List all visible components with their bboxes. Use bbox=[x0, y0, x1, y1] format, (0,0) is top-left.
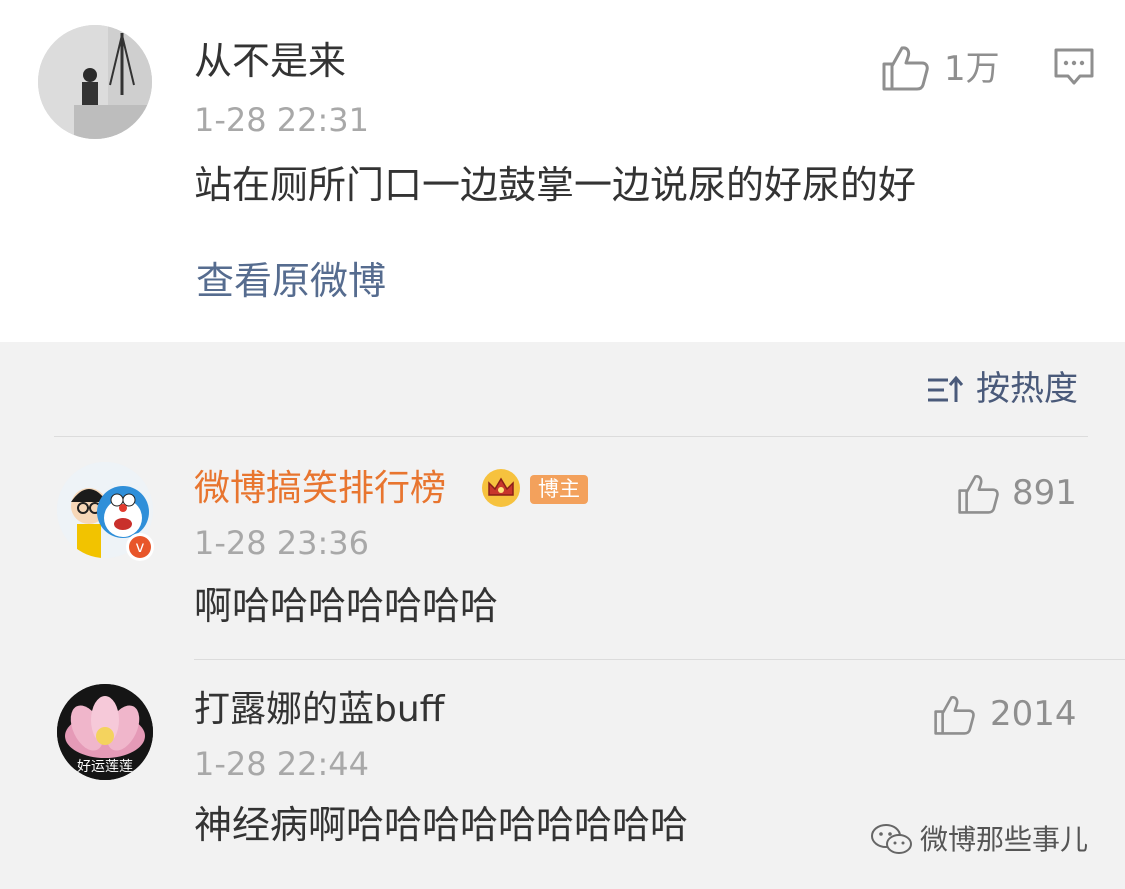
username[interactable]: 从不是来 bbox=[194, 42, 346, 80]
username[interactable]: 微博搞笑排行榜 bbox=[194, 471, 446, 507]
sort-icon bbox=[928, 375, 964, 402]
thumbs-up-icon bbox=[934, 696, 975, 735]
sort-button[interactable]: 按热度 bbox=[926, 368, 1096, 412]
comment-icon bbox=[1054, 48, 1094, 85]
like-button[interactable]: 891 bbox=[956, 473, 1086, 519]
list-item: v 微博搞笑排行榜 博主 1-28 23:36 891 啊哈哈哈哈哈哈哈 bbox=[0, 437, 1125, 659]
top-comment-card: 从不是来 1-28 22:31 1万 站在厕所门口一边鼓掌一边说尿的好尿的好 查… bbox=[0, 0, 1125, 342]
like-button[interactable]: 2014 bbox=[932, 694, 1082, 740]
comment-text: 站在厕所门口一边鼓掌一边说尿的好尿的好 bbox=[194, 163, 917, 207]
like-button[interactable]: 1万 bbox=[880, 44, 1010, 94]
like-count: 1万 bbox=[944, 49, 1000, 89]
wechat-icon bbox=[871, 824, 912, 854]
thumbs-up-icon bbox=[882, 46, 929, 91]
avatar-photo-icon bbox=[38, 25, 152, 139]
like-count: 891 bbox=[1012, 473, 1077, 513]
author-badge: 博主 bbox=[530, 475, 588, 504]
username[interactable]: 打露娜的蓝buff bbox=[194, 692, 444, 728]
like-count: 2014 bbox=[990, 694, 1077, 734]
avatar[interactable] bbox=[38, 25, 152, 139]
reply-button[interactable] bbox=[1052, 46, 1096, 88]
timestamp: 1-28 22:31 bbox=[194, 101, 370, 139]
thumbs-up-icon bbox=[958, 475, 999, 514]
avatar-caption: 好运莲莲 bbox=[77, 759, 133, 775]
comment-text: 啊哈哈哈哈哈哈哈 bbox=[194, 584, 499, 628]
crown-icon bbox=[482, 469, 520, 507]
avatar[interactable]: 好运莲莲 bbox=[57, 684, 153, 780]
comment-text: 神经病啊哈哈哈哈哈哈哈哈哈 bbox=[194, 803, 689, 847]
watermark: 微博那些事儿 bbox=[870, 820, 1110, 860]
timestamp: 1-28 23:36 bbox=[194, 524, 370, 562]
sort-label: 按热度 bbox=[976, 369, 1078, 409]
watermark-text: 微博那些事儿 bbox=[920, 823, 1089, 856]
timestamp: 1-28 22:44 bbox=[194, 745, 370, 783]
verified-icon: v bbox=[126, 533, 154, 561]
view-original-link[interactable]: 查看原微博 bbox=[196, 262, 386, 300]
